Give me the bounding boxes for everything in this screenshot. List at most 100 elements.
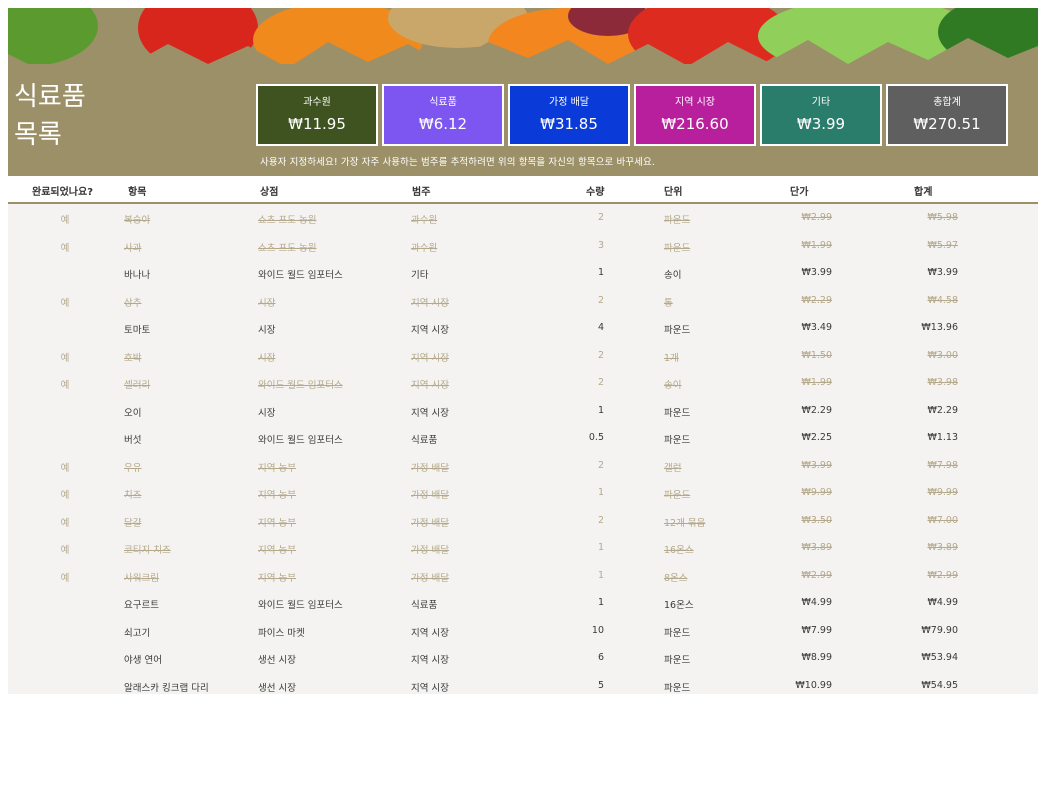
unit-cell[interactable]: 파운드 xyxy=(664,680,784,694)
store-cell[interactable]: 지역 농부 xyxy=(258,570,408,584)
qty-cell[interactable]: 1 xyxy=(568,267,604,278)
total-cell[interactable]: ₩1.13 xyxy=(898,432,958,443)
category-cell[interactable]: 지역 시장 xyxy=(411,652,581,666)
table-row[interactable]: 예 상추 시장 지역 시장 2 통 ₩2.29 ₩4.58 xyxy=(8,287,1038,315)
qty-cell[interactable]: 1 xyxy=(568,570,604,581)
table-row[interactable]: 바나나 와이드 월드 임포터스 기타 1 송이 ₩3.99 ₩3.99 xyxy=(8,259,1038,287)
unit-cell[interactable]: 16온스 xyxy=(664,597,784,611)
total-cell[interactable]: ₩13.96 xyxy=(898,322,958,333)
total-cell[interactable]: ₩3.99 xyxy=(898,267,958,278)
item-cell[interactable]: 쇠고기 xyxy=(124,625,254,639)
store-cell[interactable]: 지역 농부 xyxy=(258,515,408,529)
store-cell[interactable]: 시장 xyxy=(258,405,408,419)
qty-cell[interactable]: 5 xyxy=(568,680,604,691)
price-cell[interactable]: ₩3.89 xyxy=(772,542,832,553)
store-cell[interactable]: 지역 농부 xyxy=(258,460,408,474)
item-cell[interactable]: 달걀 xyxy=(124,515,254,529)
price-cell[interactable]: ₩2.25 xyxy=(772,432,832,443)
done-cell[interactable]: 예 xyxy=(60,295,70,309)
unit-cell[interactable]: 8온스 xyxy=(664,570,784,584)
price-cell[interactable]: ₩1.50 xyxy=(772,350,832,361)
qty-cell[interactable]: 4 xyxy=(568,322,604,333)
unit-cell[interactable]: 송이 xyxy=(664,377,784,391)
item-cell[interactable]: 복숭아 xyxy=(124,212,254,226)
item-cell[interactable]: 상추 xyxy=(124,295,254,309)
done-cell[interactable]: 예 xyxy=(60,542,70,556)
item-cell[interactable]: 코티지 치즈 xyxy=(124,542,254,556)
price-cell[interactable]: ₩3.99 xyxy=(772,267,832,278)
unit-cell[interactable]: 파운드 xyxy=(664,487,784,501)
price-cell[interactable]: ₩2.99 xyxy=(772,570,832,581)
price-cell[interactable]: ₩8.99 xyxy=(772,652,832,663)
category-cell[interactable]: 가정 배달 xyxy=(411,460,581,474)
category-cell[interactable]: 지역 시장 xyxy=(411,322,581,336)
unit-cell[interactable]: 16온스 xyxy=(664,542,784,556)
qty-cell[interactable]: 1 xyxy=(568,542,604,553)
table-row[interactable]: 알래스카 킹크랩 다리 생선 시장 지역 시장 5 파운드 ₩10.99 ₩54.95 xyxy=(8,672,1038,700)
item-cell[interactable]: 토마토 xyxy=(124,322,254,336)
total-cell[interactable]: ₩53.94 xyxy=(898,652,958,663)
done-cell[interactable]: 예 xyxy=(60,515,70,529)
unit-cell[interactable]: 통 xyxy=(664,295,784,309)
category-cell[interactable]: 식료품 xyxy=(411,597,581,611)
total-cell[interactable]: ₩3.00 xyxy=(898,350,958,361)
category-cell[interactable]: 기타 xyxy=(411,267,581,281)
category-cell[interactable]: 지역 시장 xyxy=(411,680,581,694)
price-cell[interactable]: ₩1.99 xyxy=(772,240,832,251)
card-grand-total[interactable]: 총합계 ₩270.51 xyxy=(886,84,1008,146)
card-orchard[interactable]: 과수원 ₩11.95 xyxy=(256,84,378,146)
unit-cell[interactable]: 파운드 xyxy=(664,625,784,639)
category-cell[interactable]: 지역 시장 xyxy=(411,405,581,419)
table-row[interactable]: 버섯 와이드 월드 임포터스 식료품 0.5 파운드 ₩2.25 ₩1.13 xyxy=(8,424,1038,452)
store-cell[interactable]: 파이스 마켓 xyxy=(258,625,408,639)
item-cell[interactable]: 셀러리 xyxy=(124,377,254,391)
price-cell[interactable]: ₩1.99 xyxy=(772,377,832,388)
table-row[interactable]: 쇠고기 파이스 마켓 지역 시장 10 파운드 ₩7.99 ₩79.90 xyxy=(8,617,1038,645)
item-cell[interactable]: 요구르트 xyxy=(124,597,254,611)
table-row[interactable]: 오이 시장 지역 시장 1 파운드 ₩2.29 ₩2.29 xyxy=(8,397,1038,425)
header-price[interactable]: 단가 xyxy=(790,183,808,198)
item-cell[interactable]: 치즈 xyxy=(124,487,254,501)
store-cell[interactable]: 지역 농부 xyxy=(258,487,408,501)
unit-cell[interactable]: 파운드 xyxy=(664,322,784,336)
category-cell[interactable]: 가정 배달 xyxy=(411,570,581,584)
store-cell[interactable]: 지역 농부 xyxy=(258,542,408,556)
store-cell[interactable]: 와이드 월드 임포터스 xyxy=(258,597,408,611)
unit-cell[interactable]: 파운드 xyxy=(664,405,784,419)
header-qty[interactable]: 수량 xyxy=(586,183,604,198)
category-cell[interactable]: 지역 시장 xyxy=(411,350,581,364)
header-store[interactable]: 상점 xyxy=(260,183,278,198)
total-cell[interactable]: ₩79.90 xyxy=(898,625,958,636)
store-cell[interactable]: 시장 xyxy=(258,295,408,309)
done-cell[interactable]: 예 xyxy=(60,350,70,364)
item-cell[interactable]: 야생 연어 xyxy=(124,652,254,666)
total-cell[interactable]: ₩7.98 xyxy=(898,460,958,471)
header-item[interactable]: 항목 xyxy=(128,183,146,198)
total-cell[interactable]: ₩4.58 xyxy=(898,295,958,306)
store-cell[interactable]: 와이드 월드 임포터스 xyxy=(258,377,408,391)
store-cell[interactable]: 생선 시장 xyxy=(258,680,408,694)
item-cell[interactable]: 버섯 xyxy=(124,432,254,446)
unit-cell[interactable]: 송이 xyxy=(664,267,784,281)
category-cell[interactable]: 지역 시장 xyxy=(411,295,581,309)
item-cell[interactable]: 사과 xyxy=(124,240,254,254)
qty-cell[interactable]: 2 xyxy=(568,295,604,306)
total-cell[interactable]: ₩4.99 xyxy=(898,597,958,608)
header-category[interactable]: 범주 xyxy=(412,183,430,198)
table-row[interactable]: 예 호박 시장 지역 시장 2 1개 ₩1.50 ₩3.00 xyxy=(8,342,1038,370)
total-cell[interactable]: ₩5.98 xyxy=(898,212,958,223)
unit-cell[interactable]: 파운드 xyxy=(664,432,784,446)
table-row[interactable]: 야생 연어 생선 시장 지역 시장 6 파운드 ₩8.99 ₩53.94 xyxy=(8,644,1038,672)
total-cell[interactable]: ₩2.29 xyxy=(898,405,958,416)
total-cell[interactable]: ₩3.89 xyxy=(898,542,958,553)
store-cell[interactable]: 시장 xyxy=(258,350,408,364)
price-cell[interactable]: ₩3.99 xyxy=(772,460,832,471)
unit-cell[interactable]: 12개 묶음 xyxy=(664,515,784,529)
category-cell[interactable]: 과수원 xyxy=(411,240,581,254)
table-row[interactable]: 토마토 시장 지역 시장 4 파운드 ₩3.49 ₩13.96 xyxy=(8,314,1038,342)
qty-cell[interactable]: 0.5 xyxy=(568,432,604,443)
card-grocery[interactable]: 식료품 ₩6.12 xyxy=(382,84,504,146)
price-cell[interactable]: ₩7.99 xyxy=(772,625,832,636)
done-cell[interactable]: 예 xyxy=(60,487,70,501)
store-cell[interactable]: 와이드 월드 임포터스 xyxy=(258,267,408,281)
